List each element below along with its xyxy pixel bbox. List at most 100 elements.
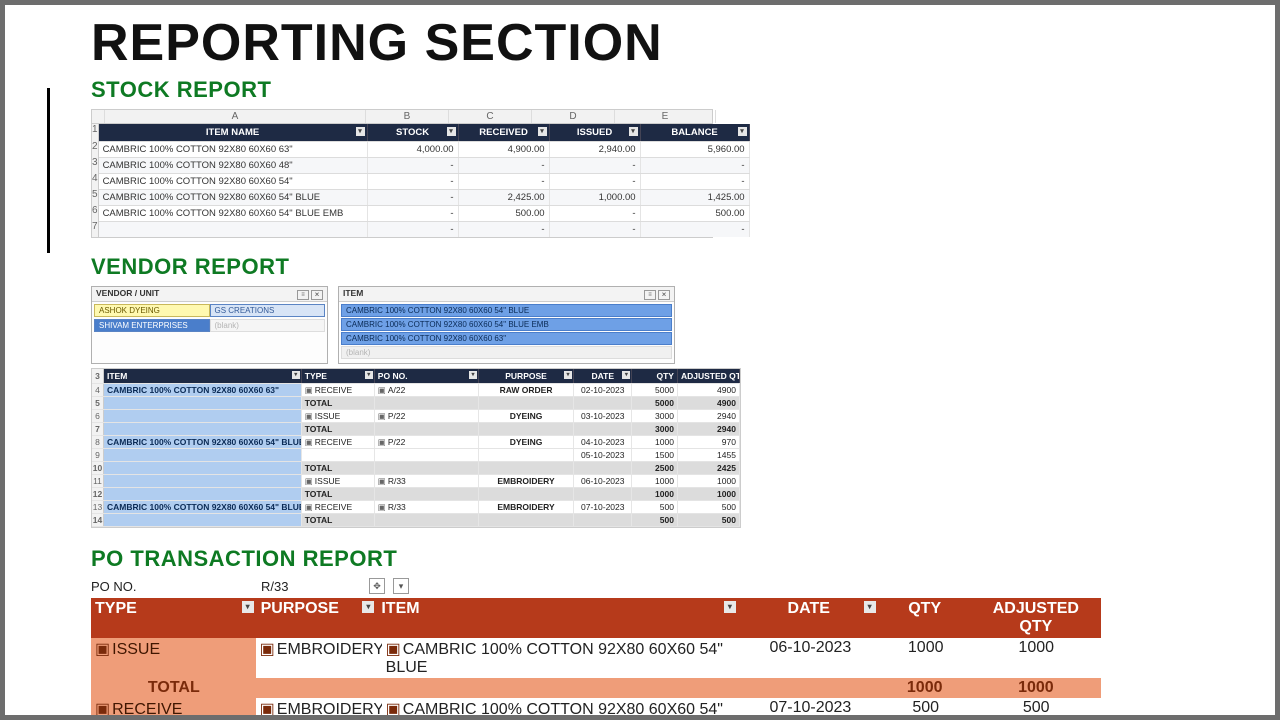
filter-dropdown-icon[interactable]: ▾ (242, 601, 254, 613)
vendor-slicer[interactable]: VENDOR / UNIT ≡⨯ ASHOK DYEING GS CREATIO… (91, 286, 328, 364)
vendor-header-date[interactable]: DATE▾ (574, 369, 632, 383)
collapse-icon[interactable]: ▣ (95, 701, 110, 718)
cell-qty: 1500 (632, 449, 678, 461)
multiselect-icon[interactable]: ≡ (644, 290, 656, 300)
filter-dropdown-icon[interactable]: ▾ (362, 601, 374, 613)
vendor-header-pono[interactable]: PO NO.▾ (375, 369, 479, 383)
filter-dropdown-icon[interactable]: ▾ (738, 127, 747, 136)
collapse-icon[interactable]: ▣ (260, 701, 275, 718)
table-row[interactable]: CAMBRIC 100% COTTON 92X80 60X60 63"4,000… (99, 141, 750, 157)
table-row[interactable]: 6▣ISSUE▣P/22DYEING03-10-202330002940 (92, 410, 740, 423)
table-row[interactable]: CAMBRIC 100% COTTON 92X80 60X60 54"---- (99, 173, 750, 189)
slicer-item[interactable]: CAMBRIC 100% COTTON 92X80 60X60 54" BLUE… (341, 318, 672, 331)
collapse-icon[interactable]: ▣ (305, 502, 313, 512)
cell-type: TOTAL (302, 423, 375, 435)
filter-dropdown-icon[interactable]: ▾ (724, 601, 736, 613)
table-row[interactable]: CAMBRIC 100% COTTON 92X80 60X60 48"---- (99, 157, 750, 173)
table-row[interactable]: ---- (99, 221, 750, 237)
table-row[interactable]: 11▣ISSUE▣R/33EMBROIDERY06-10-20231000100… (92, 475, 740, 488)
table-row[interactable]: ▣ISSUE▣EMBROIDERY▣CAMBRIC 100% COTTON 92… (91, 638, 1101, 678)
filter-dropdown-icon[interactable]: ▾ (292, 371, 300, 379)
collapse-icon[interactable]: ▣ (378, 437, 386, 447)
cell-adjqty: 1455 (678, 449, 740, 461)
cell-issued: - (550, 222, 641, 237)
table-row[interactable]: 4CAMBRIC 100% COTTON 92X80 60X60 63"▣REC… (92, 384, 740, 397)
table-row[interactable]: TOTAL10001000 (91, 678, 1101, 698)
filter-dropdown-icon[interactable]: ▾ (356, 127, 365, 136)
stock-header-stock[interactable]: STOCK▾ (368, 124, 459, 141)
table-row[interactable]: 10TOTAL25002425 (92, 462, 740, 475)
cell-type: ▣ISSUE (302, 475, 375, 487)
cell-stock: - (368, 158, 459, 173)
item-slicer[interactable]: ITEM ≡⨯ CAMBRIC 100% COTTON 92X80 60X60 … (338, 286, 675, 364)
row-number: 7 (92, 423, 104, 435)
filter-dropdown-icon[interactable]: ▾ (564, 371, 572, 379)
collapse-icon[interactable]: ▣ (305, 476, 313, 486)
po-header-item[interactable]: ITEM▾ (377, 598, 738, 638)
collapse-icon[interactable]: ▣ (95, 641, 110, 658)
slicer-chip[interactable]: SHIVAM ENTERPRISES (94, 319, 210, 332)
collapse-icon[interactable]: ▣ (305, 411, 313, 421)
cell-adjqty: 500 (678, 514, 740, 526)
slicer-chip[interactable]: GS CREATIONS (210, 304, 326, 317)
clear-filter-icon[interactable]: ⨯ (311, 290, 323, 300)
cell-adjqty: 4900 (678, 397, 740, 409)
collapse-icon[interactable]: ▣ (386, 701, 401, 718)
collapse-icon[interactable]: ▣ (260, 641, 275, 658)
cell-qty: 500 (880, 698, 972, 720)
clear-filter-icon[interactable]: ⨯ (658, 290, 670, 300)
filter-dropdown-icon[interactable]: ▾ (365, 371, 373, 379)
slicer-chip[interactable]: ASHOK DYEING (94, 304, 210, 317)
col-letter: B (366, 110, 449, 123)
vendor-header-purpose[interactable]: PURPOSE▾ (479, 369, 574, 383)
po-header-date[interactable]: DATE▾ (739, 598, 879, 638)
po-no-value[interactable]: R/33 (261, 579, 361, 594)
move-icon[interactable]: ✥ (369, 578, 385, 594)
filter-dropdown-icon[interactable]: ▾ (629, 127, 638, 136)
stock-header-issued[interactable]: ISSUED▾ (550, 124, 641, 141)
stock-header-balance[interactable]: BALANCE▾ (641, 124, 750, 141)
filter-dropdown-icon[interactable]: ▾ (393, 578, 409, 594)
slicer-item[interactable]: CAMBRIC 100% COTTON 92X80 60X60 63" (341, 332, 672, 345)
multiselect-icon[interactable]: ≡ (297, 290, 309, 300)
table-row[interactable]: ▣RECEIVE▣EMBROIDERY▣CAMBRIC 100% COTTON … (91, 698, 1101, 720)
table-row[interactable]: 7TOTAL30002940 (92, 423, 740, 436)
cell-pono: ▣A/22 (375, 384, 479, 396)
filter-dropdown-icon[interactable]: ▾ (469, 371, 477, 379)
collapse-icon[interactable]: ▣ (305, 385, 313, 395)
table-row[interactable]: 14TOTAL500500 (92, 514, 740, 527)
table-row[interactable]: 8CAMBRIC 100% COTTON 92X80 60X60 54" BLU… (92, 436, 740, 449)
filter-dropdown-icon[interactable]: ▾ (864, 601, 876, 613)
po-header-type[interactable]: TYPE▾ (91, 598, 257, 638)
vendor-header-type[interactable]: TYPE▾ (302, 369, 375, 383)
table-row[interactable]: CAMBRIC 100% COTTON 92X80 60X60 54" BLUE… (99, 189, 750, 205)
table-row[interactable]: 5TOTAL50004900 (92, 397, 740, 410)
collapse-icon[interactable]: ▣ (378, 476, 386, 486)
cell-purpose: DYEING (479, 410, 574, 422)
filter-dropdown-icon[interactable]: ▾ (622, 371, 630, 379)
table-row[interactable]: 12TOTAL10001000 (92, 488, 740, 501)
vendor-header-item[interactable]: ITEM▾ (104, 369, 302, 383)
col-letter: E (615, 110, 716, 123)
slicer-chip[interactable]: (blank) (210, 319, 326, 332)
filter-dropdown-icon[interactable]: ▾ (447, 127, 456, 136)
collapse-icon[interactable]: ▣ (378, 385, 386, 395)
slicer-item[interactable]: CAMBRIC 100% COTTON 92X80 60X60 54" BLUE (341, 304, 672, 317)
cell-item: CAMBRIC 100% COTTON 92X80 60X60 63" (104, 384, 302, 396)
collapse-icon[interactable]: ▣ (378, 411, 386, 421)
collapse-icon[interactable]: ▣ (386, 641, 401, 658)
stock-header-item[interactable]: ITEM NAME▾ (99, 124, 368, 141)
collapse-icon[interactable]: ▣ (378, 502, 386, 512)
stock-header-received[interactable]: RECEIVED▾ (459, 124, 550, 141)
filter-dropdown-icon[interactable]: ▾ (538, 127, 547, 136)
table-row[interactable]: 13CAMBRIC 100% COTTON 92X80 60X60 54" BL… (92, 501, 740, 514)
collapse-icon[interactable]: ▣ (305, 437, 313, 447)
col-letter: A (105, 110, 366, 123)
row-number: 4 (92, 384, 104, 396)
slicer-item-blank[interactable]: (blank) (341, 346, 672, 359)
table-row[interactable]: 905-10-202315001455 (92, 449, 740, 462)
po-header-purpose[interactable]: PURPOSE▾ (257, 598, 378, 638)
table-row[interactable]: CAMBRIC 100% COTTON 92X80 60X60 54" BLUE… (99, 205, 750, 221)
cell-qty: 1000 (879, 678, 971, 698)
cell-received: 2,425.00 (459, 190, 550, 205)
